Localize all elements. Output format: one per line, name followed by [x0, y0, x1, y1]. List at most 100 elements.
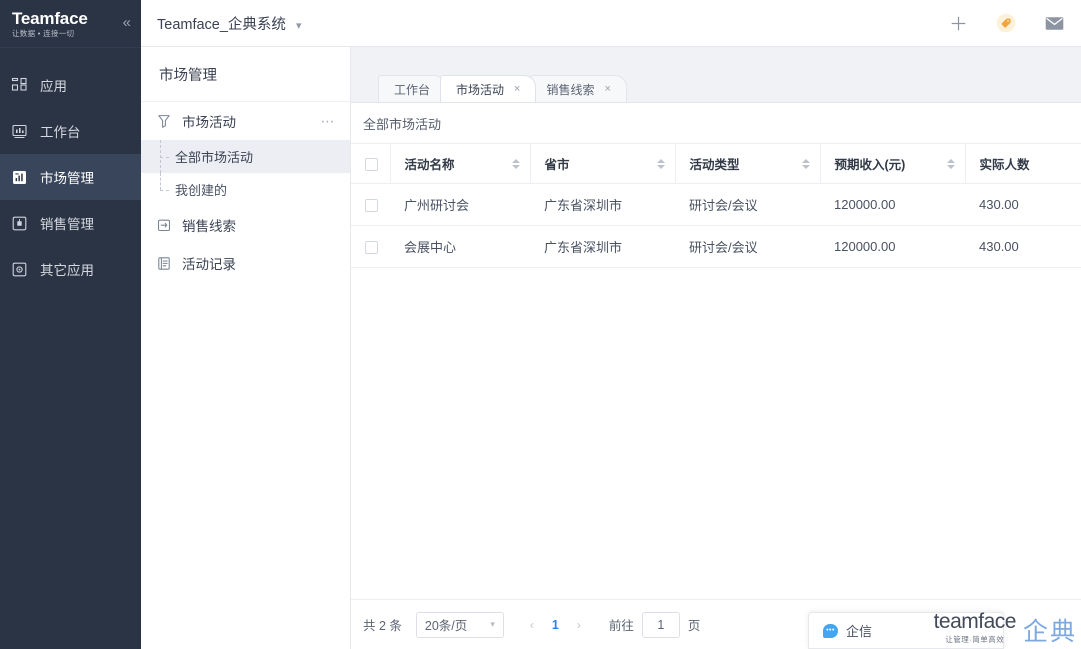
page-number-1[interactable]: 1 [552, 618, 559, 632]
sidebar-item-label: 市场管理 [40, 171, 94, 186]
table-row[interactable]: 广州研讨会 广东省深圳市 研讨会/会议 120000.00 430.00 [351, 183, 1081, 226]
topbar-actions [947, 12, 1065, 34]
cell-type: 研讨会/会议 [675, 183, 820, 226]
app-root: Teamface 让数据 • 连接一切 « 应用 工作台 市场管理 销售管理 其… [0, 0, 1081, 649]
column-label: 实际人数 [979, 158, 1030, 172]
module-sub-my-created[interactable]: 我创建的 [141, 173, 350, 206]
page-jump-input[interactable] [641, 611, 680, 638]
body-row: 市场管理 市场活动 ⋯ 全部市场活动 我创建的 销售线索 活动记录 工作台 市场… [141, 47, 1081, 649]
cell-actual-people: 430.00 [965, 225, 1081, 268]
column-header-expected-income[interactable]: 预期收入(元) [819, 143, 965, 184]
sales-box-icon [10, 214, 28, 232]
column-label: 活动类型 [689, 158, 740, 172]
cell-name[interactable]: 广州研讨会 [390, 183, 530, 226]
list-card: 全部市场活动 活动名称 省市 活动类型 预期收入(元) 实际人数 广州研讨会 广… [351, 102, 1081, 649]
column-label: 活动名称 [404, 158, 455, 172]
sort-toggle-icon[interactable] [801, 158, 810, 169]
sidebar-item-label: 工作台 [40, 125, 81, 140]
chat-bubble-dots: ••• [826, 627, 835, 634]
module-item-label: 活动记录 [182, 257, 236, 272]
sidebar-item-apps[interactable]: 应用 [0, 62, 141, 108]
close-icon[interactable]: × [604, 83, 610, 95]
brand-subtitle: 让数据 • 连接一切 [12, 28, 75, 38]
module-sub-label: 全部市场活动 [175, 150, 254, 165]
page-jump: 前往 页 [608, 611, 701, 638]
table-header-row: 活动名称 省市 活动类型 预期收入(元) 实际人数 [351, 143, 1081, 184]
module-item-activity-records[interactable]: 活动记录 [141, 244, 350, 282]
double-chevron-left-icon[interactable]: « [123, 15, 131, 33]
cell-province-city: 广东省深圳市 [530, 183, 675, 226]
tab-label: 市场活动 [456, 82, 505, 97]
apps-grid-icon [10, 76, 28, 94]
tab-workbench[interactable]: 工作台 [378, 75, 447, 102]
table-row[interactable]: 会展中心 广东省深圳市 研讨会/会议 120000.00 430.00 [351, 225, 1081, 268]
module-sub-all-activities[interactable]: 全部市场活动 [141, 140, 350, 173]
leads-icon [157, 218, 173, 233]
tab-strip: 工作台 市场活动 × 销售线索 × [351, 47, 1081, 102]
page-size-value: 20条/页 [424, 619, 468, 633]
prev-page-button[interactable]: ‹ [530, 618, 534, 632]
dashboard-icon [10, 122, 28, 140]
market-activity-table: 活动名称 省市 活动类型 预期收入(元) 实际人数 广州研讨会 广东省深圳市 研… [351, 143, 1081, 268]
column-header-name[interactable]: 活动名称 [389, 143, 530, 184]
brand-name: Teamface [12, 8, 88, 28]
column-label: 省市 [544, 158, 570, 172]
table-head: 活动名称 省市 活动类型 预期收入(元) 实际人数 [351, 143, 1081, 184]
more-horizontal-icon[interactable]: ⋯ [321, 113, 337, 128]
add-icon[interactable] [947, 12, 969, 34]
cell-province-city: 广东省深圳市 [530, 225, 675, 268]
column-header-province-city[interactable]: 省市 [529, 143, 675, 184]
column-header-actual-people[interactable]: 实际人数 [964, 143, 1081, 184]
cell-name[interactable]: 会展中心 [390, 225, 530, 268]
other-apps-icon [10, 260, 28, 278]
tag-icon[interactable] [995, 12, 1017, 34]
column-header-type[interactable]: 活动类型 [674, 143, 820, 184]
sort-toggle-icon[interactable] [511, 158, 520, 169]
card-title: 全部市场活动 [363, 116, 442, 132]
select-all-header [351, 143, 390, 184]
cell-type: 研讨会/会议 [675, 225, 820, 268]
chat-bubble-icon: ••• [823, 623, 838, 638]
workspace-switcher[interactable]: Teamface_企典系统 ▾ [157, 13, 302, 34]
module-group-market-activity[interactable]: 市场活动 ⋯ [141, 102, 350, 140]
tab-market-activity[interactable]: 市场活动 × [440, 75, 537, 102]
sidebar-item-other-apps[interactable]: 其它应用 [0, 246, 141, 292]
tab-label: 销售线索 [546, 82, 595, 97]
module-sidebar: 市场管理 市场活动 ⋯ 全部市场活动 我创建的 销售线索 活动记录 [141, 47, 351, 649]
sidebar-item-sales[interactable]: 销售管理 [0, 200, 141, 246]
close-icon[interactable]: × [514, 83, 520, 95]
records-icon [157, 256, 173, 271]
page-jump-prefix: 前往 [608, 619, 634, 633]
column-label: 预期收入(元) [834, 158, 906, 172]
row-checkbox[interactable] [365, 241, 378, 255]
right-pane: Teamface_企典系统 ▾ 市场管理 市场活动 ⋯ 全部市场活动 我创建的 … [141, 0, 1081, 649]
sidebar-item-label: 应用 [40, 79, 67, 94]
chat-widget-label: 企信 [846, 624, 873, 639]
sort-toggle-icon[interactable] [656, 158, 665, 169]
pagination-nav: ‹ 1 › [530, 618, 581, 632]
sort-toggle-icon[interactable] [946, 158, 955, 169]
sidebar-item-market[interactable]: 市场管理 [0, 154, 141, 200]
tab-sales-leads[interactable]: 销售线索 × [530, 75, 627, 102]
select-all-checkbox[interactable] [365, 157, 378, 171]
topbar: Teamface_企典系统 ▾ [141, 0, 1081, 47]
sidebar-item-workbench[interactable]: 工作台 [0, 108, 141, 154]
page-jump-suffix: 页 [687, 619, 701, 633]
tree-connector-icon [160, 140, 171, 173]
mail-icon[interactable] [1043, 12, 1065, 34]
row-checkbox[interactable] [365, 199, 378, 213]
chat-widget-qixin[interactable]: ••• 企信 [808, 612, 1004, 649]
page-size-select[interactable]: 20条/页 ▾ [415, 611, 504, 638]
pagination-total: 共 2 条 [363, 619, 402, 633]
row-select-cell [351, 183, 390, 226]
brand-header: Teamface 让数据 • 连接一切 « [0, 0, 141, 48]
module-item-sales-leads[interactable]: 销售线索 [141, 206, 350, 244]
funnel-icon [157, 114, 173, 129]
tab-label: 工作台 [394, 82, 431, 97]
module-title: 市场管理 [141, 47, 350, 102]
workspace-name: Teamface_企典系统 [157, 16, 286, 33]
module-item-label: 销售线索 [182, 219, 236, 234]
table-body: 广州研讨会 广东省深圳市 研讨会/会议 120000.00 430.00 会展中… [351, 183, 1081, 268]
primary-sidebar: Teamface 让数据 • 连接一切 « 应用 工作台 市场管理 销售管理 其… [0, 0, 141, 649]
next-page-button[interactable]: › [577, 618, 581, 632]
